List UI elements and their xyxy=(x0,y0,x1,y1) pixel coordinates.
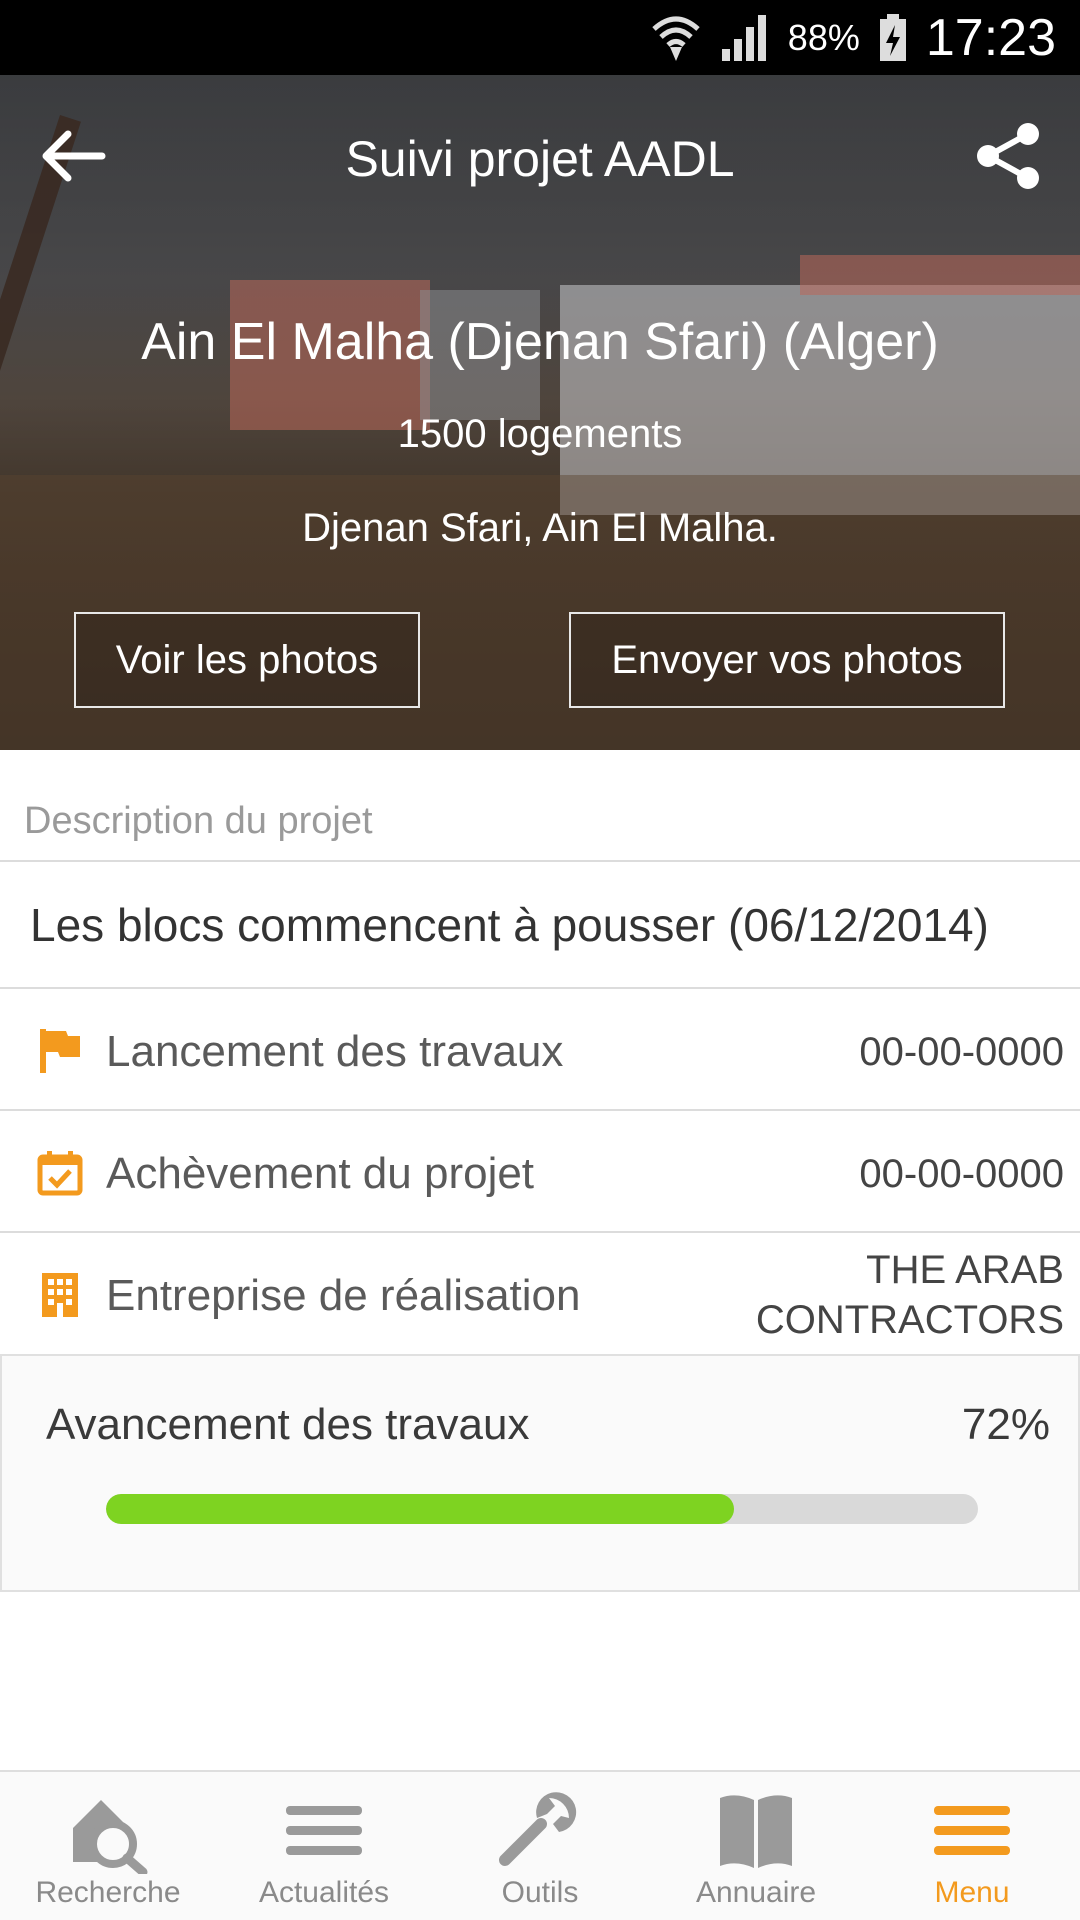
background-building xyxy=(800,255,1080,295)
view-photos-button[interactable]: Voir les photos xyxy=(74,612,420,708)
detail-value: 00-00-0000 xyxy=(859,1030,1064,1074)
nav-item-menu[interactable]: Menu xyxy=(864,1772,1080,1920)
app-title: Suivi projet AADL xyxy=(345,131,735,187)
progress-bar-fill xyxy=(106,1494,734,1524)
home-search-icon xyxy=(73,1800,148,1874)
project-address: Djenan Sfari, Ain El Malha. xyxy=(302,506,778,550)
nav-label: Recherche xyxy=(35,1876,181,1909)
detail-row-start: Lancement des travaux 00-00-0000 xyxy=(0,989,1080,1109)
detail-label: Entreprise de réalisation xyxy=(106,1271,581,1320)
flag-icon xyxy=(40,1029,80,1073)
progress-card: Avancement des travaux 72% xyxy=(0,1354,1080,1592)
nav-item-recherche[interactable]: Recherche xyxy=(0,1772,216,1920)
progress-bar xyxy=(106,1494,978,1524)
signal-icon xyxy=(721,14,766,61)
battery-percent: 88% xyxy=(787,16,860,58)
send-photos-button[interactable]: Envoyer vos photos xyxy=(569,612,1005,708)
detail-value: THE ARAB CONTRACTORS xyxy=(756,1245,1064,1345)
clock: 17:23 xyxy=(925,8,1056,67)
section-label: Description du projet xyxy=(24,800,373,842)
progress-value: 72% xyxy=(961,1400,1050,1449)
detail-value-line: THE ARAB xyxy=(866,1248,1064,1292)
status-bar: 88% 17:23 xyxy=(0,0,1080,75)
detail-value-line: CONTRACTORS xyxy=(755,1298,1064,1342)
menu-icon xyxy=(934,1806,1010,1855)
battery-charging-icon xyxy=(879,13,906,61)
wrench-icon xyxy=(499,1792,577,1866)
divider xyxy=(0,860,1080,862)
nav-label: Actualités xyxy=(258,1876,390,1909)
project-name: Ain El Malha (Djenan Sfari) (Alger) xyxy=(141,313,939,371)
wifi-icon xyxy=(652,16,700,61)
menu-lines-icon xyxy=(286,1806,362,1855)
detail-label: Lancement des travaux xyxy=(106,1027,564,1076)
detail-value: 00-00-0000 xyxy=(859,1152,1064,1196)
nav-label: Menu xyxy=(934,1876,1010,1909)
nav-label: Outils xyxy=(501,1876,579,1909)
project-units: 1500 logements xyxy=(397,412,683,456)
book-icon xyxy=(720,1795,792,1868)
share-icon[interactable] xyxy=(972,120,1044,192)
nav-item-actualites[interactable]: Actualités xyxy=(216,1772,432,1920)
nav-item-outils[interactable]: Outils xyxy=(432,1772,648,1920)
nav-item-annuaire[interactable]: Annuaire xyxy=(648,1772,864,1920)
detail-row-contractor: Entreprise de réalisation THE ARAB CONTR… xyxy=(0,1233,1080,1353)
progress-label: Avancement des travaux xyxy=(46,1400,530,1449)
nav-label: Annuaire xyxy=(695,1876,817,1909)
detail-label: Achèvement du projet xyxy=(106,1149,535,1198)
project-status-headline: Les blocs commencent à pousser (06/12/20… xyxy=(30,899,989,951)
detail-row-end: Achèvement du projet 00-00-0000 xyxy=(0,1111,1080,1231)
calendar-check-icon xyxy=(37,1151,83,1196)
bottom-navigation: Recherche Actualités Outils Annuaire Men… xyxy=(0,1770,1080,1920)
building-icon xyxy=(42,1273,78,1317)
